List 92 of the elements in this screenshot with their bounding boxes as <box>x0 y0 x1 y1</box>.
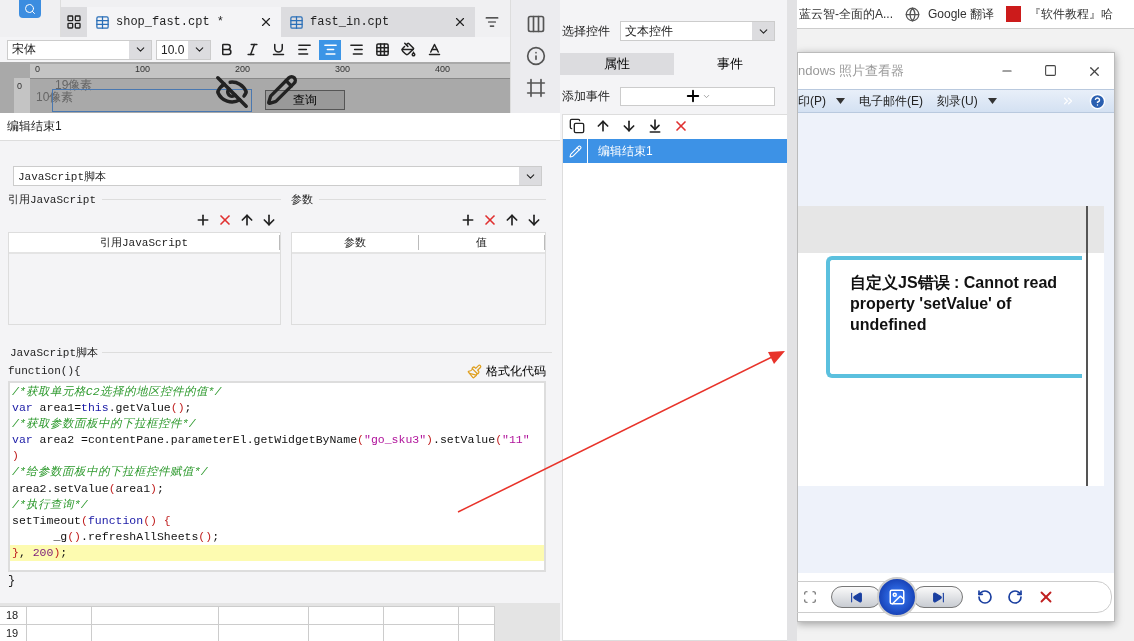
section-title: JavaScript脚本 <box>10 346 98 360</box>
add-icon <box>684 87 702 105</box>
code-line: var area2 =contentPane.parameterEl.getWidgetByName("go_sku3").setValue("11" <box>11 432 531 449</box>
next-icon <box>931 590 945 604</box>
font-size-select[interactable]: 10.0 <box>156 39 211 60</box>
add-icon[interactable] <box>460 212 476 228</box>
hidden-icon <box>215 75 249 109</box>
table-file-icon <box>95 14 110 30</box>
ruler-number: 0 <box>35 64 40 74</box>
format-code-button[interactable]: 格式化代码 <box>467 362 546 380</box>
table-file-icon <box>289 14 304 30</box>
rotate-left-icon[interactable] <box>977 589 993 605</box>
group-title: 引用JavaScript <box>8 192 96 207</box>
close-icon[interactable] <box>453 15 467 29</box>
delete-icon[interactable] <box>482 212 498 228</box>
align-right-icon <box>348 42 364 57</box>
image-icon <box>888 588 906 606</box>
ruler-number: 400 <box>435 64 451 74</box>
app-logo-icon[interactable] <box>19 0 41 18</box>
code-editor[interactable] <box>8 381 546 572</box>
menu-item[interactable]: 电子邮件(E) <box>859 92 923 110</box>
delete-icon[interactable] <box>673 118 689 134</box>
copy-icon[interactable] <box>569 118 585 134</box>
code-line: setTimeout(function() { <box>11 512 172 529</box>
previous-icon <box>849 590 863 604</box>
bookmark-link[interactable]: Google 翻译 <box>928 5 995 23</box>
script-type-select[interactable]: JavaScript脚本 <box>13 166 542 186</box>
move-up-icon[interactable] <box>595 118 611 134</box>
code-text: } <box>8 574 16 588</box>
ruler-number: 200 <box>235 64 251 74</box>
align-center-icon <box>322 42 338 57</box>
font-color-icon <box>426 42 442 57</box>
field-label: 选择控件 <box>562 22 610 40</box>
dropdown-icon <box>987 98 997 104</box>
underline-icon <box>270 42 286 57</box>
rotate-right-icon[interactable] <box>1007 589 1023 605</box>
slideshow-button[interactable] <box>877 577 917 617</box>
panel-title: 编辑结束1 <box>0 113 560 141</box>
ruler-number: 0 <box>17 81 22 91</box>
move-up-icon[interactable] <box>239 212 255 228</box>
maximize-icon[interactable] <box>1044 63 1057 77</box>
info-icon[interactable] <box>525 46 546 66</box>
help-icon[interactable] <box>1089 92 1106 110</box>
query-button[interactable]: 查询 <box>265 90 345 110</box>
menu-item[interactable]: 印(P) <box>798 92 845 110</box>
code-line: var area1=this.getValue(); <box>11 400 193 417</box>
move-down-icon[interactable] <box>261 212 277 228</box>
code-text: function(){ <box>8 365 81 377</box>
window-title: ndows 照片查看器 <box>798 62 905 80</box>
column-header: 引用JavaScript <box>9 235 280 250</box>
file-tab[interactable]: shop_fast.cpt * <box>87 7 281 37</box>
settings-tab[interactable]: 属性 <box>560 53 674 75</box>
add-icon[interactable] <box>195 212 211 228</box>
widget-select[interactable]: 文本控件 <box>620 21 775 41</box>
delete-icon[interactable] <box>217 212 233 228</box>
dropdown-icon <box>836 98 845 104</box>
code-line: /*获取单元格C2选择的地区控件的值*/ <box>11 384 223 400</box>
brush-icon <box>467 363 482 379</box>
ruler-number: 100 <box>135 64 151 74</box>
close-icon[interactable] <box>259 15 273 29</box>
file-tab[interactable]: fast_in.cpt <box>281 7 475 37</box>
move-down-icon[interactable] <box>526 212 542 228</box>
border-icon <box>374 42 390 57</box>
code-line: /*获取参数面板中的下拉框控件*/ <box>11 416 197 433</box>
pencil-icon <box>568 144 582 158</box>
fill-icon <box>400 42 416 57</box>
globe-icon[interactable] <box>905 6 920 22</box>
move-bottom-icon[interactable] <box>647 118 663 134</box>
column-header: 参数 <box>292 235 419 250</box>
align-left-icon <box>296 42 312 57</box>
group-title: 参数 <box>291 192 313 207</box>
move-down-icon[interactable] <box>621 118 637 134</box>
column-header: 值 <box>418 235 545 250</box>
new-tab-button[interactable] <box>61 7 87 37</box>
frame-icon[interactable] <box>525 78 546 98</box>
fit-icon[interactable] <box>803 590 817 604</box>
bookmark-link[interactable]: 蓝云智-全面的A... <box>799 5 893 23</box>
bookmark-icon[interactable] <box>1006 6 1022 22</box>
code-line: ) <box>11 448 20 465</box>
move-up-icon[interactable] <box>504 212 520 228</box>
code-line: /*执行查询*/ <box>11 496 89 513</box>
layout-icon[interactable] <box>525 14 546 34</box>
italic-icon <box>244 42 260 57</box>
menu-item[interactable]: 刻录(U) <box>937 92 997 110</box>
code-line: _g().refreshAllSheets(); <box>52 528 221 545</box>
bookmark-link[interactable]: 『软件教程』哈 <box>1029 5 1114 23</box>
code-line: /*给参数面板中的下拉框控件赋值*/ <box>11 464 209 481</box>
font-select[interactable]: 宋体 <box>7 39 152 60</box>
error-message: 自定义JS错误 : Cannot read property 'setValue' of undefined <box>826 256 1082 378</box>
ruler-number: 300 <box>335 64 351 74</box>
code-line: area2.setValue(area1); <box>11 480 165 497</box>
field-label: 添加事件 <box>562 87 610 105</box>
